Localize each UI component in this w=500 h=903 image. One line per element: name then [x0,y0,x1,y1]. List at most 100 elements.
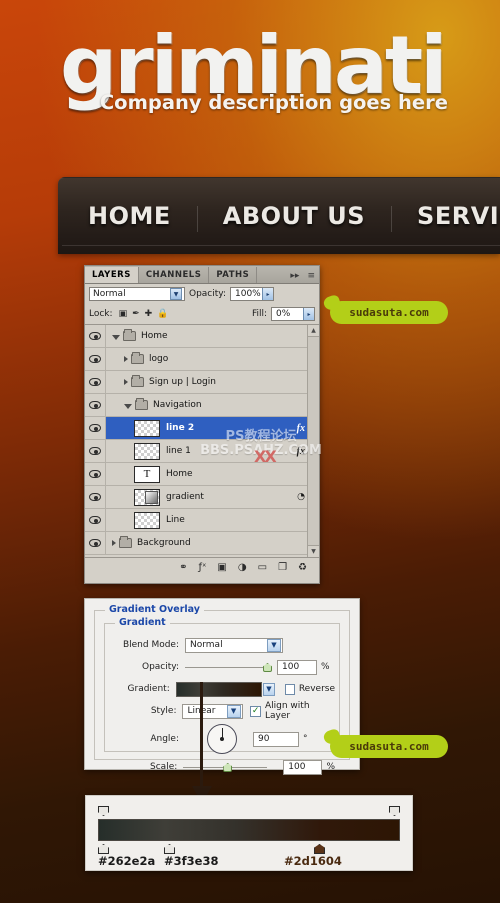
nav-item-services[interactable]: SERVICES [391,202,500,232]
gradient-color-stop[interactable] [314,841,325,854]
blend-mode-select[interactable]: Normal ▼ [185,637,283,653]
visibility-toggle[interactable] [85,371,106,393]
lock-all-icon[interactable]: 🔒 [157,309,168,319]
opacity-slider[interactable] [185,661,272,673]
chevron-down-icon[interactable] [112,334,120,340]
table-row[interactable]: Line [85,509,319,532]
scale-input[interactable]: 100 [283,759,323,775]
trash-icon[interactable]: ♻ [298,563,307,573]
eye-icon [89,332,101,340]
visibility-toggle[interactable] [85,463,106,485]
tab-layers[interactable]: LAYERS [85,267,139,283]
gradient-opacity-stop[interactable] [389,806,400,819]
nav-item-about-us[interactable]: ABOUT US [196,202,391,232]
new-layer-icon[interactable]: ❐ [278,563,287,573]
slider-handle[interactable] [263,663,272,672]
reverse-label: Reverse [298,684,336,694]
fx-icon[interactable]: fx [297,423,305,434]
layers-scrollbar[interactable]: ▲ ▼ [307,325,319,557]
reverse-checkbox[interactable] [284,683,295,695]
chevron-right-icon[interactable] [112,540,116,546]
chevron-down-icon[interactable] [124,403,132,409]
gradient-row: Gradient: ▼ Reverse [105,678,335,700]
table-row[interactable]: logo [85,348,319,371]
chevron-down-icon[interactable]: ▼ [267,638,281,652]
chevron-down-icon[interactable]: ▼ [226,704,241,718]
chevron-down-icon[interactable]: ▼ [170,288,182,300]
badge-label: sudasuta.com [349,740,429,753]
stop-handle [314,844,325,854]
tab-channels[interactable]: CHANNELS [139,267,210,283]
layer-thumbnail[interactable] [134,488,160,506]
align-with-layer-checkbox[interactable]: ✓ [250,705,261,717]
text-layer-thumbnail[interactable]: T [134,465,160,483]
chevron-down-icon[interactable]: ▼ [262,682,276,696]
link-icon[interactable]: ⚭ [179,563,187,573]
opacity-input[interactable]: 100 [277,659,317,675]
lock-transparency-icon[interactable]: ▣ [119,309,128,319]
table-row[interactable]: Background [85,532,319,555]
table-row[interactable]: Sign up | Login [85,371,319,394]
collapse-panel-icon[interactable]: ▸▸ [286,269,303,283]
visibility-toggle[interactable] [85,394,106,416]
gradient-preview-swatch[interactable] [175,681,262,697]
table-row[interactable]: Home [85,325,319,348]
visibility-toggle[interactable] [85,509,106,531]
lock-move-icon[interactable]: ✚ [145,309,153,319]
logo-tagline: Company description goes here [99,90,448,114]
visibility-toggle[interactable] [85,325,106,347]
gradient-opacity-stop[interactable] [98,806,109,819]
table-row[interactable]: T Home [85,463,319,486]
visibility-toggle[interactable] [85,348,106,370]
chevron-right-icon[interactable] [124,356,128,362]
blend-mode-row: Normal ▼ Opacity: 100% ▸ [85,284,319,304]
eye-icon [89,401,101,409]
table-row[interactable]: gradient ◔ [85,486,319,509]
adjustment-icon[interactable]: ◑ [238,563,247,573]
fill-input[interactable]: 0% ▸ [271,307,315,321]
blend-mode-select[interactable]: Normal ▼ [89,287,185,301]
chevron-right-icon[interactable] [124,379,128,385]
layer-thumbnail[interactable] [134,511,160,529]
visibility-toggle[interactable] [85,440,106,462]
group-icon[interactable]: ▭ [258,563,267,573]
gradient-overlay-dialog: Gradient Overlay Gradient Blend Mode: No… [84,598,360,775]
layer-thumbnail[interactable] [134,419,160,437]
eye-icon [89,470,101,478]
gradient-color-stop[interactable] [98,841,109,854]
gradient-strip[interactable] [98,819,400,841]
folder-icon [119,536,132,548]
table-row[interactable]: Navigation [85,394,319,417]
opacity-stepper-icon[interactable]: ▸ [262,288,273,300]
opacity-input[interactable]: 100% ▸ [230,287,274,301]
scale-slider[interactable] [183,761,268,773]
panel-menu-icon[interactable]: ≡ [303,269,319,283]
layer-thumbnail[interactable] [134,442,160,460]
fill-value: 0% [276,309,291,319]
style-select[interactable]: Linear ▼ [182,703,243,719]
table-row[interactable]: line 1 fx [85,440,319,463]
fill-stepper-icon[interactable]: ▸ [303,308,314,320]
slider-handle[interactable] [223,763,233,772]
angle-dial[interactable] [207,724,237,754]
mask-icon[interactable]: ▣ [217,563,226,573]
style-label: Style: [150,706,177,716]
visibility-toggle[interactable] [85,532,106,554]
angle-input[interactable]: 90 [253,731,299,747]
gradient-color-stop[interactable] [164,841,175,854]
nav-item-home[interactable]: HOME [58,202,197,230]
scroll-up-icon[interactable]: ▲ [308,325,319,337]
visibility-toggle[interactable] [85,417,106,439]
lock-brush-icon[interactable]: ✒ [132,309,140,319]
visibility-toggle[interactable] [85,486,106,508]
fx-icon[interactable]: ƒˣ [198,563,206,573]
opacity-row: Opacity: 100 % [105,656,335,678]
table-row[interactable]: line 2 fx [85,417,319,440]
fx-icon[interactable]: fx [297,446,305,457]
scroll-down-icon[interactable]: ▼ [308,545,319,557]
eye-icon [89,378,101,386]
smart-object-icon[interactable]: ◔ [297,492,305,502]
tab-paths[interactable]: PATHS [209,267,258,283]
layers-list[interactable]: Home logo Sign up | Login Navigation lin… [85,324,319,558]
folder-icon [131,375,144,387]
